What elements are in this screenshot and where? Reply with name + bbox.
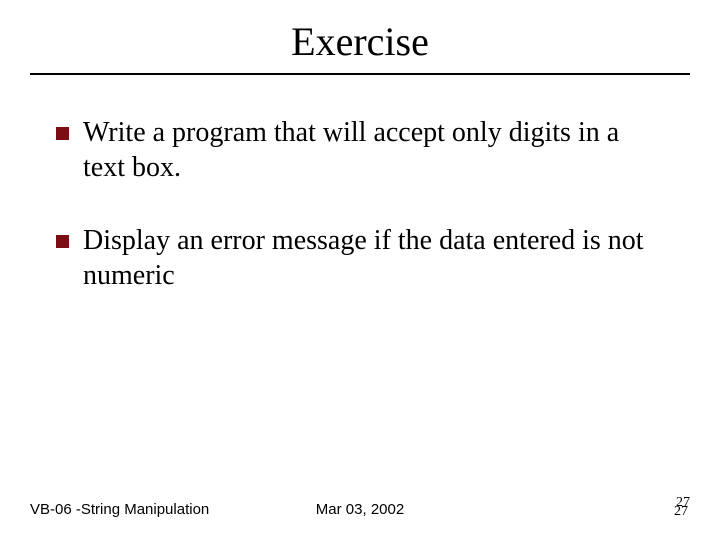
slide: Exercise Write a program that will accep… [0,0,720,540]
bullet-list: Write a program that will accept only di… [30,115,690,293]
square-bullet-icon [56,235,69,248]
list-item: Write a program that will accept only di… [56,115,666,185]
footer-date: Mar 03, 2002 [316,501,404,518]
footer-left: VB-06 -String Manipulation [30,501,209,518]
bullet-text: Write a program that will accept only di… [83,115,666,185]
list-item: Display an error message if the data ent… [56,223,666,293]
title-underline [30,73,690,75]
slide-title: Exercise [285,18,435,67]
slide-footer: VB-06 -String Manipulation Mar 03, 2002 … [0,501,720,518]
square-bullet-icon [56,127,69,140]
bullet-text: Display an error message if the data ent… [83,223,666,293]
page-number-bottom: 27 [674,504,688,520]
title-wrap: Exercise [30,18,690,67]
